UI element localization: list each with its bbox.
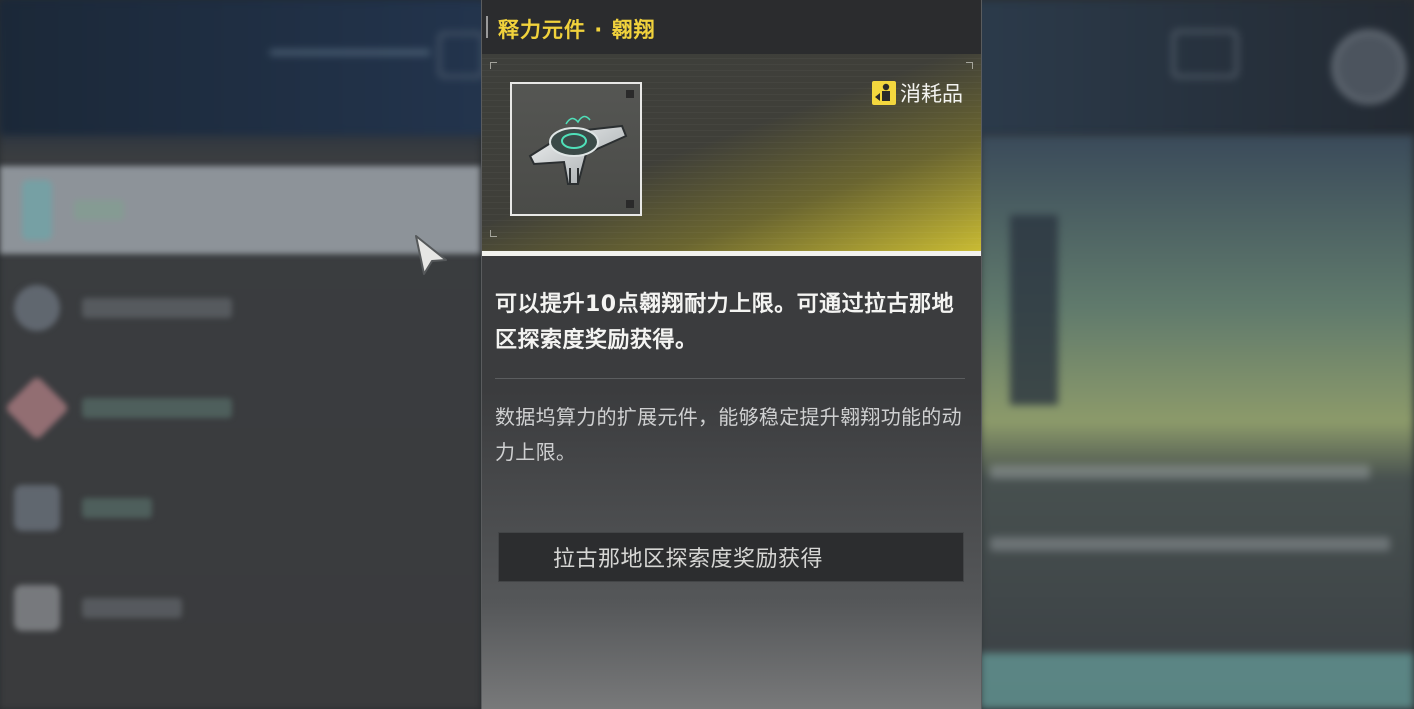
background-item-icon: [14, 585, 60, 631]
background-item-icon: [22, 180, 52, 240]
item-icon-frame: [510, 82, 642, 216]
cursor-icon: [415, 235, 447, 275]
item-source-button[interactable]: 拉古那地区探索度奖励获得: [498, 532, 964, 582]
item-header: 释力元件 · 翱翔: [482, 0, 981, 54]
item-lore: 数据坞算力的扩展元件，能够稳定提升翱翔功能的动力上限。: [495, 405, 962, 464]
background-item-label: [82, 598, 182, 618]
background-bar: [270, 50, 430, 55]
background-action-strip: [980, 653, 1414, 709]
background-square-icon: [438, 32, 484, 78]
background-scene-preview: [980, 135, 1414, 709]
background-item-icon: [4, 375, 70, 441]
item-type-badge: 消耗品: [872, 78, 963, 108]
item-detail-panel: 释力元件 · 翱翔 消耗品 可以提升10点翱翔耐力上限。可通过拉古那地区探索度奖…: [481, 0, 982, 709]
background-list-item: [0, 464, 480, 552]
background-item-label: [82, 498, 152, 518]
background-list-item: [0, 564, 480, 652]
consumable-icon: [872, 81, 896, 105]
frame-corner: [626, 90, 634, 98]
background-list-item-selected: [0, 166, 480, 254]
banner-corner-mark: [490, 230, 497, 237]
frame-corner: [626, 200, 634, 208]
background-item-label: [82, 298, 232, 318]
banner-corner-mark: [966, 62, 973, 69]
background-item-icon: [14, 485, 60, 531]
item-name: 释力元件 · 翱翔: [498, 18, 656, 42]
background-tower: [1010, 215, 1058, 405]
background-item-label: [74, 200, 124, 220]
banner-corner-mark: [490, 62, 497, 69]
glide-component-icon: [528, 115, 628, 185]
background-text-line: [990, 537, 1390, 551]
item-source-label: 拉古那地区探索度奖励获得: [553, 547, 824, 572]
background-avatar: [1332, 30, 1406, 104]
background-text-line: [990, 465, 1370, 479]
background-list-item: [0, 364, 480, 452]
background-list-item: [0, 264, 480, 352]
item-description: 可以提升10点翱翔耐力上限。可通过拉古那地区探索度奖励获得。: [495, 292, 955, 353]
background-box-icon: [1172, 30, 1238, 78]
item-type-label: 消耗品: [900, 82, 963, 106]
background-item-icon: [14, 285, 60, 331]
section-divider: [495, 378, 965, 379]
background-item-label: [82, 398, 232, 418]
banner-divider: [482, 251, 981, 256]
item-banner: 消耗品: [482, 54, 981, 251]
header-accent-bar: [486, 16, 488, 38]
